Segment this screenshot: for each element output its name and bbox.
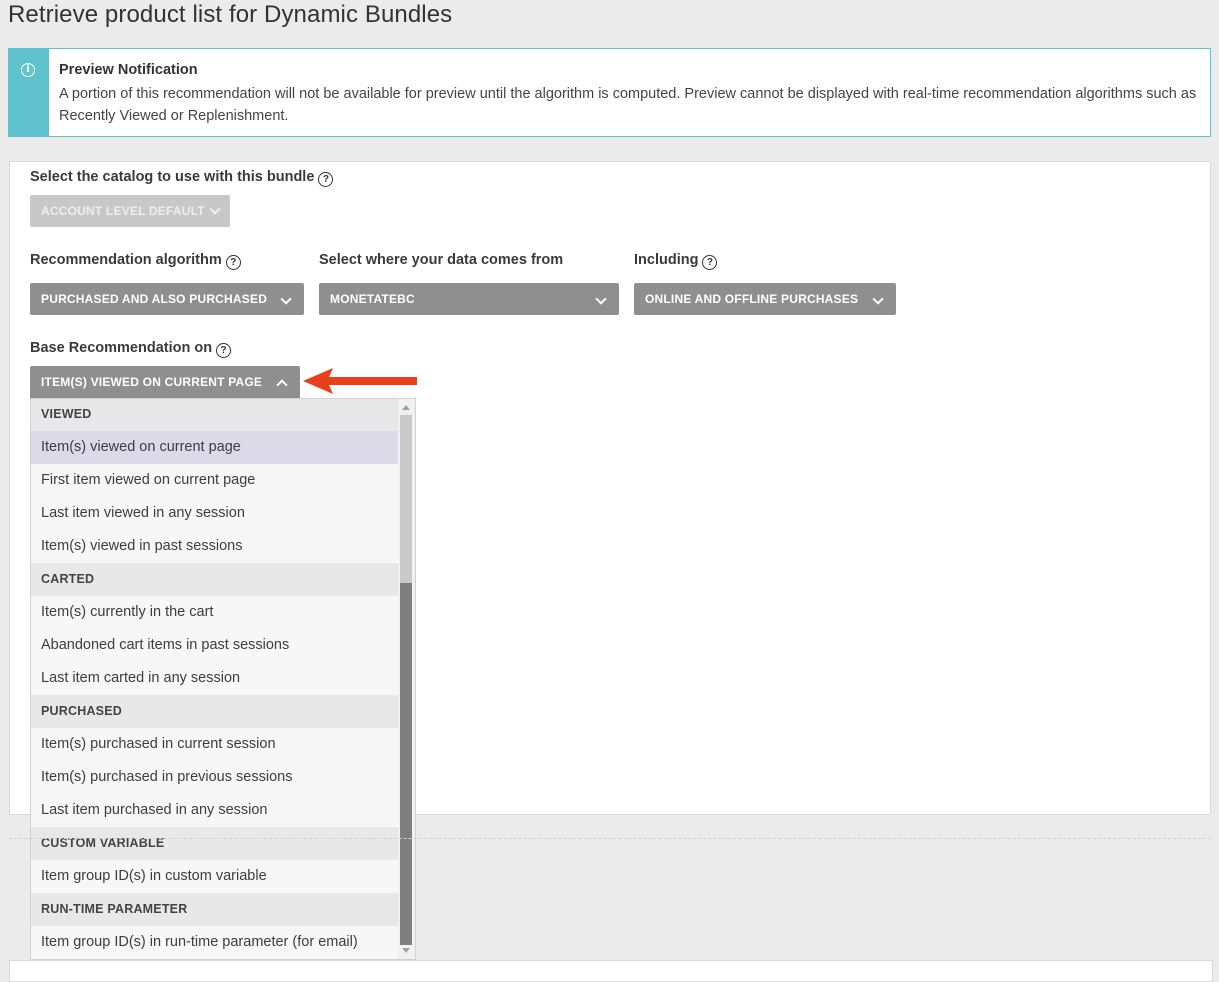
including-select-value: ONLINE AND OFFLINE PURCHASES xyxy=(645,292,859,306)
base-dropdown-menu[interactable]: VIEWED Item(s) viewed on current page Firs… xyxy=(30,398,416,960)
preview-notification: i Preview Notification A portion of this… xyxy=(8,48,1211,137)
help-icon[interactable]: ? xyxy=(318,172,334,187)
dropdown-option[interactable]: Item(s) currently in the cart xyxy=(31,596,398,629)
dropdown-option[interactable]: Item(s) viewed in past sessions xyxy=(31,530,398,563)
base-select-value: ITEM(S) VIEWED ON CURRENT PAGE xyxy=(41,375,263,389)
base-select[interactable]: ITEM(S) VIEWED ON CURRENT PAGE xyxy=(30,366,300,398)
notice-body: A portion of this recommendation will no… xyxy=(59,86,1197,124)
help-icon[interactable]: ? xyxy=(702,255,718,270)
dropdown-group-header: VIEWED xyxy=(31,399,398,431)
dropdown-group-header: CUSTOM VARIABLE xyxy=(31,827,398,860)
chevron-down-icon xyxy=(595,293,607,305)
dropdown-group-header: RUN-TIME PARAMETER xyxy=(31,893,398,926)
page-title: Retrieve product list for Dynamic Bundle… xyxy=(8,1,453,28)
algorithm-select[interactable]: PURCHASED AND ALSO PURCHASED xyxy=(30,283,304,315)
chevron-down-icon xyxy=(280,293,292,305)
scroll-down-icon[interactable] xyxy=(402,948,410,953)
catalog-select-value: ACCOUNT LEVEL DEFAULT xyxy=(41,204,205,218)
info-icon: i xyxy=(21,63,35,77)
dropdown-option[interactable]: Last item carted in any session xyxy=(31,662,398,695)
base-label-text: Base Recommendation on xyxy=(30,340,213,356)
including-select[interactable]: ONLINE AND OFFLINE PURCHASES xyxy=(634,283,896,315)
catalog-label: Select the catalog to use with this bund… xyxy=(30,169,334,187)
dropdown-option[interactable]: Item(s) viewed on current page xyxy=(31,431,398,464)
data-source-select[interactable]: MONETATEBC xyxy=(319,283,619,315)
dropdown-option[interactable]: Last item purchased in any session xyxy=(31,794,398,827)
algorithm-select-value: PURCHASED AND ALSO PURCHASED xyxy=(41,292,268,306)
including-label: Including? xyxy=(634,252,718,270)
algorithm-label-text: Recommendation algorithm xyxy=(30,252,222,268)
data-source-label: Select where your data comes from xyxy=(319,252,563,268)
dropdown-option[interactable]: Item(s) purchased in current session xyxy=(31,728,398,761)
chevron-down-icon xyxy=(209,203,221,215)
chevron-down-icon xyxy=(872,293,884,305)
data-source-label-text: Select where your data comes from xyxy=(319,252,564,268)
dropdown-option[interactable]: Item group ID(s) in run-time parameter (… xyxy=(31,926,398,959)
scroll-up-icon[interactable] xyxy=(402,405,410,410)
red-arrow-icon xyxy=(303,368,417,394)
notice-stripe: i xyxy=(9,49,49,136)
catalog-select: ACCOUNT LEVEL DEFAULT xyxy=(30,195,230,227)
dropdown-option[interactable]: Item group ID(s) in custom variable xyxy=(31,860,398,893)
dropdown-option[interactable]: Abandoned cart items in past sessions xyxy=(31,629,398,662)
catalog-label-text: Select the catalog to use with this bund… xyxy=(30,169,315,185)
divider xyxy=(9,838,1211,839)
algorithm-label: Recommendation algorithm? xyxy=(30,252,241,270)
dropdown-scrollbar[interactable] xyxy=(398,399,415,959)
dropdown-group-header: CARTED xyxy=(31,563,398,596)
help-icon[interactable]: ? xyxy=(216,343,232,358)
dropdown-option[interactable]: Item(s) purchased in previous sessions xyxy=(31,761,398,794)
notice-title: Preview Notification xyxy=(59,62,198,78)
next-panel xyxy=(9,960,1213,982)
dropdown-option[interactable]: Last item viewed in any session xyxy=(31,497,398,530)
dropdown-group-header: PURCHASED xyxy=(31,695,398,728)
help-icon[interactable]: ? xyxy=(225,255,241,270)
scroll-track xyxy=(400,415,412,583)
data-source-select-value: MONETATEBC xyxy=(330,292,415,306)
base-label: Base Recommendation on? xyxy=(30,340,232,358)
scroll-thumb[interactable] xyxy=(400,583,412,945)
chevron-up-icon xyxy=(276,379,288,391)
including-label-text: Including xyxy=(634,252,699,268)
dropdown-option[interactable]: First item viewed on current page xyxy=(31,464,398,497)
